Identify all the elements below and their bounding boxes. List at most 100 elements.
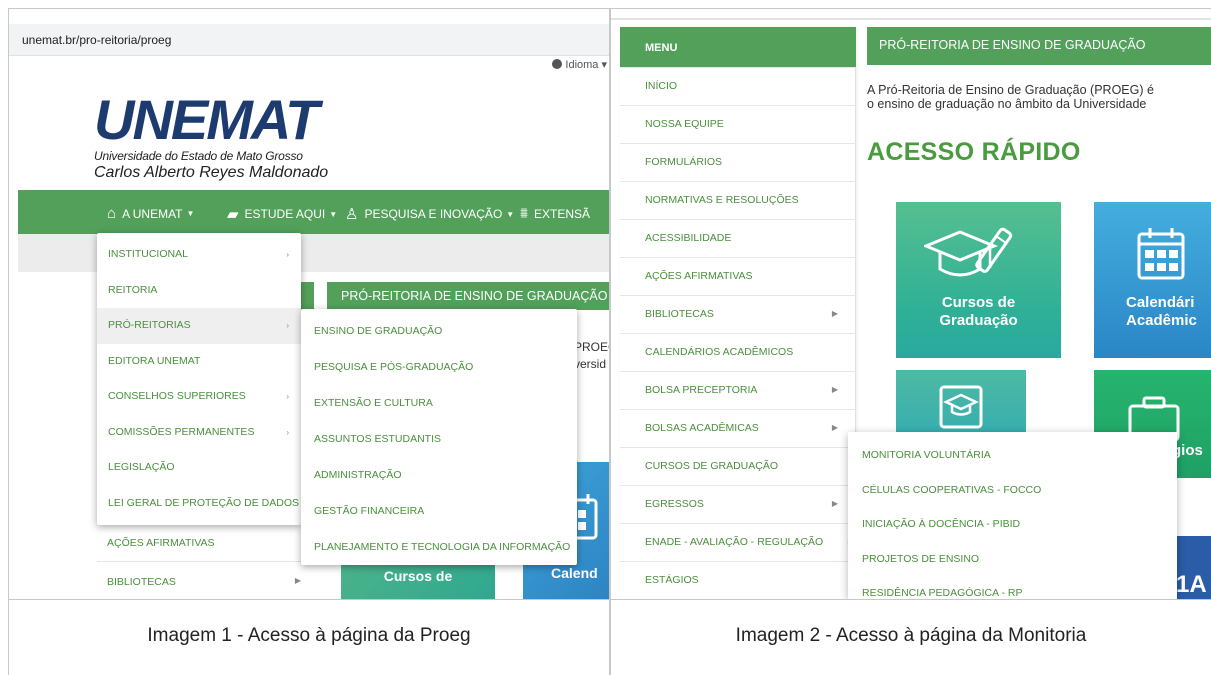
menu-item-comissoes-permanentes[interactable]: COMISSÕES PERMANENTES › [97,415,301,451]
sidebar-item-label: NORMATIVAS E RESOLUÇÕES [645,194,799,206]
menu-item-label: REITORIA [108,283,158,296]
submenu-item-assuntos-estudantis[interactable]: ASSUNTOS ESTUDANTIS [301,421,577,457]
submenu-item-planejamento-ti[interactable]: PLANEJAMENTO E TECNOLOGIA DA INFORMAÇÃO [301,529,577,565]
nav-label: ESTUDE AQUI [244,207,326,221]
submenu-item-gestao-financeira[interactable]: GESTÃO FINANCEIRA [301,493,577,529]
logo-wordmark: UNEMAT [94,88,328,151]
nav-pesquisa-inovacao[interactable]: ♙ PESQUISA E INOVAÇÃO ▼ [345,205,514,223]
menu-item-label: LEGISLAÇÃO [108,461,175,473]
sidebar-item-label: CALENDÁRIOS ACADÊMICOS [645,346,794,358]
submenu-item-administracao[interactable]: ADMINISTRAÇÃO [301,457,577,493]
home-icon: ⌂ [107,205,117,222]
submenu-item-residencia-pedagogica[interactable]: RESIDÊNCIA PEDAGÓGICA - RP [848,576,1177,599]
intro-fragment-2: versid [574,357,607,371]
address-bar[interactable]: unemat.br/pro-reitoria/proeg [9,24,609,56]
caption-image-2: Imagem 2 - Acesso à página da Monitoria [735,625,1087,646]
calendar-icon [1137,228,1185,280]
chevron-right-icon: ▶ [831,499,838,508]
chevron-right-icon: ▶ [831,309,838,318]
menu-item-institucional[interactable]: INSTITUCIONAL › [97,237,301,273]
submenu-item-monitoria-voluntaria[interactable]: MONITORIA VOLUNTÁRIA [848,438,1177,473]
submenu-item-ensino-graduacao[interactable]: ENSINO DE GRADUAÇÃO [301,313,577,349]
quick-access-heading: ACESSO RÁPIDO [867,138,1081,166]
globe-icon [552,59,563,69]
sidebar-item-bibliotecas[interactable]: BIBLIOTECAS ▶ [97,561,311,599]
card-label: Cursos de Graduação [896,294,1061,330]
sidebar-item-inicio[interactable]: INÍCIO [620,67,856,105]
menu-item-label: EDITORA UNEMAT [108,354,201,367]
chevron-right-icon: ▶ [831,385,838,394]
sidebar-item-label: CURSOS DE GRADUAÇÃO [645,460,779,472]
page-title: PRÓ-REITORIA DE ENSINO DE GRADUAÇÃO [867,27,1211,65]
logo-text: UNEMAT [94,88,319,151]
card-label: Calend [551,565,598,581]
sidebar-item-bolsas-academicas[interactable]: BOLSAS ACADÊMICAS ▶ [620,409,856,447]
chevron-right-icon: › [286,321,289,330]
sidebar-item-egressos[interactable]: EGRESSOS ▶ [620,485,856,523]
sidebar-item-label: ACESSIBILIDADE [645,232,732,244]
sidebar-item-label: NOSSA EQUIPE [645,118,724,130]
menu-item-label: PRÓ-REITORIAS [108,319,191,331]
sidebar-header-tab [299,282,314,310]
sidebar-item-cursos-graduacao[interactable]: CURSOS DE GRADUAÇÃO [620,447,856,485]
sidebar-item-label: BIBLIOTECAS [107,576,176,588]
intro-text: A Pró-Reitoria de Ensino de Graduação (P… [867,83,1211,111]
chevron-right-icon: › [286,250,289,259]
sidebar-item-calendarios[interactable]: CALENDÁRIOS ACADÊMICOS [620,333,856,371]
top-divider [611,18,1211,20]
sidebar-item-label: BIBLIOTECAS [645,308,714,320]
sidebar-item-acoes-afirmativas[interactable]: AÇÕES AFIRMATIVAS [97,521,311,561]
submenu-pro-reitorias: ENSINO DE GRADUAÇÃO PESQUISA E PÓS-GRADU… [301,309,577,565]
nav-extensao[interactable]: ⩩ EXTENSÃ [520,205,590,222]
sidebar-item-bibliotecas[interactable]: BIBLIOTECAS ▶ [620,295,856,333]
caption-image-1: Imagem 1 - Acesso à página da Proeg [147,625,471,646]
menu-item-legislacao[interactable]: LEGISLAÇÃO [97,450,301,486]
sidebar-item-formularios[interactable]: FORMULÁRIOS [620,143,856,181]
menu-item-editora-unemat[interactable]: EDITORA UNEMAT [97,344,301,380]
submenu-bolsas-academicas: MONITORIA VOLUNTÁRIA CÉLULAS COOPERATIVA… [848,432,1177,599]
menu-item-conselhos-superiores[interactable]: CONSELHOS SUPERIORES › [97,379,301,415]
chevron-right-icon: › [286,427,289,437]
submenu-item-extensao-cultura[interactable]: EXTENSÃO E CULTURA [301,385,577,421]
menu-item-reitoria[interactable]: REITORIA [97,273,301,309]
sidebar-item-label: BOLSA PRECEPTORIA [645,384,758,396]
sidebar-item-label: ENADE - AVALIAÇÃO - REGULAÇÃO [645,536,824,548]
intro-line-2: o ensino de graduação no âmbito da Unive… [867,97,1147,111]
submenu-item-pibid[interactable]: INICIAÇÃO À DOCÊNCIA - PIBID [848,507,1177,542]
intro-text-fragment: PROEG versid [574,339,609,373]
chevron-right-icon: ▶ [831,423,838,432]
menu-item-label: INSTITUCIONAL [108,248,188,260]
unemat-logo[interactable]: UNEMAT Universidade do Estado de Mato Gr… [94,88,328,182]
sidebar-item-acessibilidade[interactable]: ACESSIBILIDADE [620,219,856,257]
sidebar-item-normativas[interactable]: NORMATIVAS E RESOLUÇÕES [620,181,856,219]
sidebar-item-label: AÇÕES AFIRMATIVAS [107,537,215,549]
institution-icon: ⩩ [520,205,529,222]
logo-subtitle: Universidade do Estado de Mato Grosso [94,149,303,163]
submenu-item-pesquisa-pos[interactable]: PESQUISA E PÓS-GRADUAÇÃO [301,349,577,385]
card-cursos-graduacao[interactable]: Cursos de Graduação [896,202,1061,358]
sidebar-item-estagios[interactable]: ESTÁGIOS [620,561,856,599]
sidebar-item-label: ESTÁGIOS [645,574,699,586]
sidebar-item-enade[interactable]: ENADE - AVALIAÇÃO - REGULAÇÃO▶ [620,523,856,561]
book-icon: ▰ [227,206,239,223]
language-selector[interactable]: Idioma ▾ [552,58,609,71]
submenu-item-projetos-ensino[interactable]: PROJETOS DE ENSINO [848,542,1177,577]
sidebar-item-nossa-equipe[interactable]: NOSSA EQUIPE [620,105,856,143]
screenshot-proeg: unemat.br/pro-reitoria/proeg Idioma ▾ UN… [9,9,609,599]
nav-label: A UNEMAT [122,206,183,221]
card-calendario-academico[interactable]: Calendári Acadêmic [1094,202,1211,358]
sidebar-item-label: BOLSAS ACADÊMICAS [645,422,759,434]
nav-estude-aqui[interactable]: ▰ ESTUDE AQUI ▼ [227,205,337,223]
card-graduation[interactable] [896,370,1026,435]
intro-line-1: A Pró-Reitoria de Ensino de Graduação (P… [867,83,1154,97]
sidebar-item-label: FORMULÁRIOS [645,156,723,168]
menu-item-pro-reitorias[interactable]: PRÓ-REITORIAS › [97,308,301,344]
submenu-item-focco[interactable]: CÉLULAS COOPERATIVAS - FOCCO [848,473,1177,508]
nav-label: PESQUISA E INOVAÇÃO [364,207,503,221]
sidebar-item-acoes-afirmativas[interactable]: AÇÕES AFIRMATIVAS [620,257,856,295]
menu-item-lgpd[interactable]: LEI GERAL DE PROTEÇÃO DE DADOS [97,486,301,522]
nav-a-unemat[interactable]: ⌂ A UNEMAT ▼ [107,205,194,222]
sidebar-item-label: INÍCIO [645,80,678,92]
sidebar-item-bolsa-preceptoria[interactable]: BOLSA PRECEPTORIA ▶ [620,371,856,409]
menu-item-label: COMISSÕES PERMANENTES [108,425,255,438]
